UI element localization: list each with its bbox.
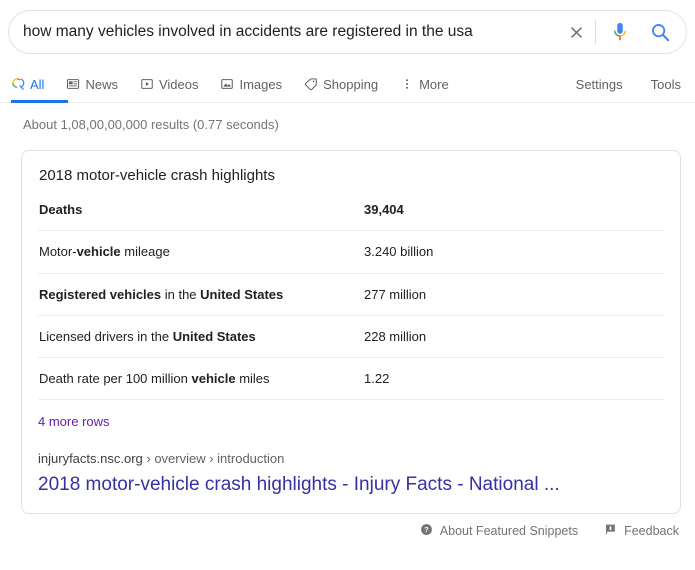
tab-shopping[interactable]: Shopping [304, 69, 389, 99]
search-submit-button[interactable] [640, 15, 680, 49]
table-row: Registered vehicles in the United States… [38, 273, 664, 316]
result-stats: About 1,08,00,00,000 results (0.77 secon… [23, 117, 279, 132]
help-circle-icon: ? [420, 523, 433, 539]
svg-text:?: ? [424, 525, 429, 534]
tab-news[interactable]: News [66, 69, 129, 99]
table-cell-value: 277 million [362, 273, 664, 316]
about-featured-snippets-label: About Featured Snippets [439, 523, 579, 538]
tab-more[interactable]: More [400, 69, 460, 99]
tab-label: More [419, 76, 449, 92]
tab-label: Shopping [323, 76, 379, 92]
table-cell-label: Registered vehicles in the United States [38, 273, 362, 316]
flag-icon [604, 523, 617, 539]
more-vertical-icon [400, 77, 414, 91]
close-icon [570, 26, 582, 38]
clear-search-button[interactable] [559, 17, 593, 47]
nav-tabs-right: Settings Tools [548, 77, 681, 92]
breadcrumb-domain: injuryfacts.nsc.org [38, 451, 143, 467]
table-cell-value: 228 million [362, 315, 664, 359]
news-icon [66, 77, 80, 91]
search-bar-container [0, 0, 695, 54]
result-title-link[interactable]: 2018 motor-vehicle crash highlights - In… [38, 473, 664, 497]
table-row: Licensed drivers in the United States 228… [38, 315, 664, 359]
table-cell-value: 3.240 billion [362, 230, 664, 274]
video-icon [140, 77, 154, 91]
search-nav-tabs: All News Videos Images Shopping More Set… [0, 54, 695, 103]
voice-search-button[interactable] [600, 15, 640, 49]
settings-link[interactable]: Settings [576, 77, 623, 92]
snippet-footer: ? About Featured Snippets Feedback [0, 514, 695, 539]
tab-label: All [30, 76, 45, 92]
about-featured-snippets-link[interactable]: ? About Featured Snippets [420, 523, 578, 539]
feedback-label: Feedback [624, 523, 679, 538]
search-input[interactable] [9, 23, 559, 41]
table-row: Death rate per 100 million vehicle miles… [38, 357, 664, 401]
tab-videos[interactable]: Videos [140, 69, 210, 99]
tools-link[interactable]: Tools [651, 77, 681, 92]
featured-snippet-card: 2018 motor-vehicle crash highlights Deat… [21, 150, 681, 514]
microphone-icon [614, 22, 626, 41]
active-tab-indicator [11, 100, 68, 103]
breadcrumb[interactable]: injuryfacts.nsc.org › overview › introdu… [38, 451, 664, 468]
feedback-link[interactable]: Feedback [604, 523, 679, 539]
search-bar-divider [595, 20, 596, 44]
snippet-title: 2018 motor-vehicle crash highlights [39, 167, 275, 184]
table-cell-label: Death rate per 100 million vehicle miles [38, 357, 362, 401]
snippet-table-body: Deaths 39,404 Motor-vehicle mileage 3.240 b… [38, 200, 664, 401]
tab-images[interactable]: Images [220, 69, 293, 99]
table-row: Deaths 39,404 [38, 200, 664, 232]
table-cell-value: 39,404 [362, 200, 664, 232]
table-cell-label: Licensed drivers in the United States [38, 315, 362, 359]
search-bar[interactable] [8, 10, 687, 54]
image-icon [220, 77, 234, 91]
tab-label: Images [239, 76, 283, 92]
more-rows-link[interactable]: 4 more rows [38, 414, 110, 429]
table-cell-label: Motor-vehicle mileage [38, 230, 362, 274]
table-row: Motor-vehicle mileage 3.240 billion [38, 230, 664, 274]
snippet-table: Deaths 39,404 Motor-vehicle mileage 3.240 b… [38, 200, 664, 401]
breadcrumb-path: › overview › introduction [142, 451, 285, 467]
tag-icon [304, 77, 318, 91]
tab-label: News [85, 76, 118, 92]
table-cell-value: 1.22 [362, 357, 664, 401]
tab-label: Videos [158, 76, 199, 92]
search-icon [11, 77, 25, 91]
tab-all[interactable]: All [11, 69, 55, 99]
search-icon [652, 24, 670, 42]
table-cell-label: Deaths [38, 200, 362, 232]
nav-tabs-left: All News Videos Images Shopping More [11, 69, 471, 99]
